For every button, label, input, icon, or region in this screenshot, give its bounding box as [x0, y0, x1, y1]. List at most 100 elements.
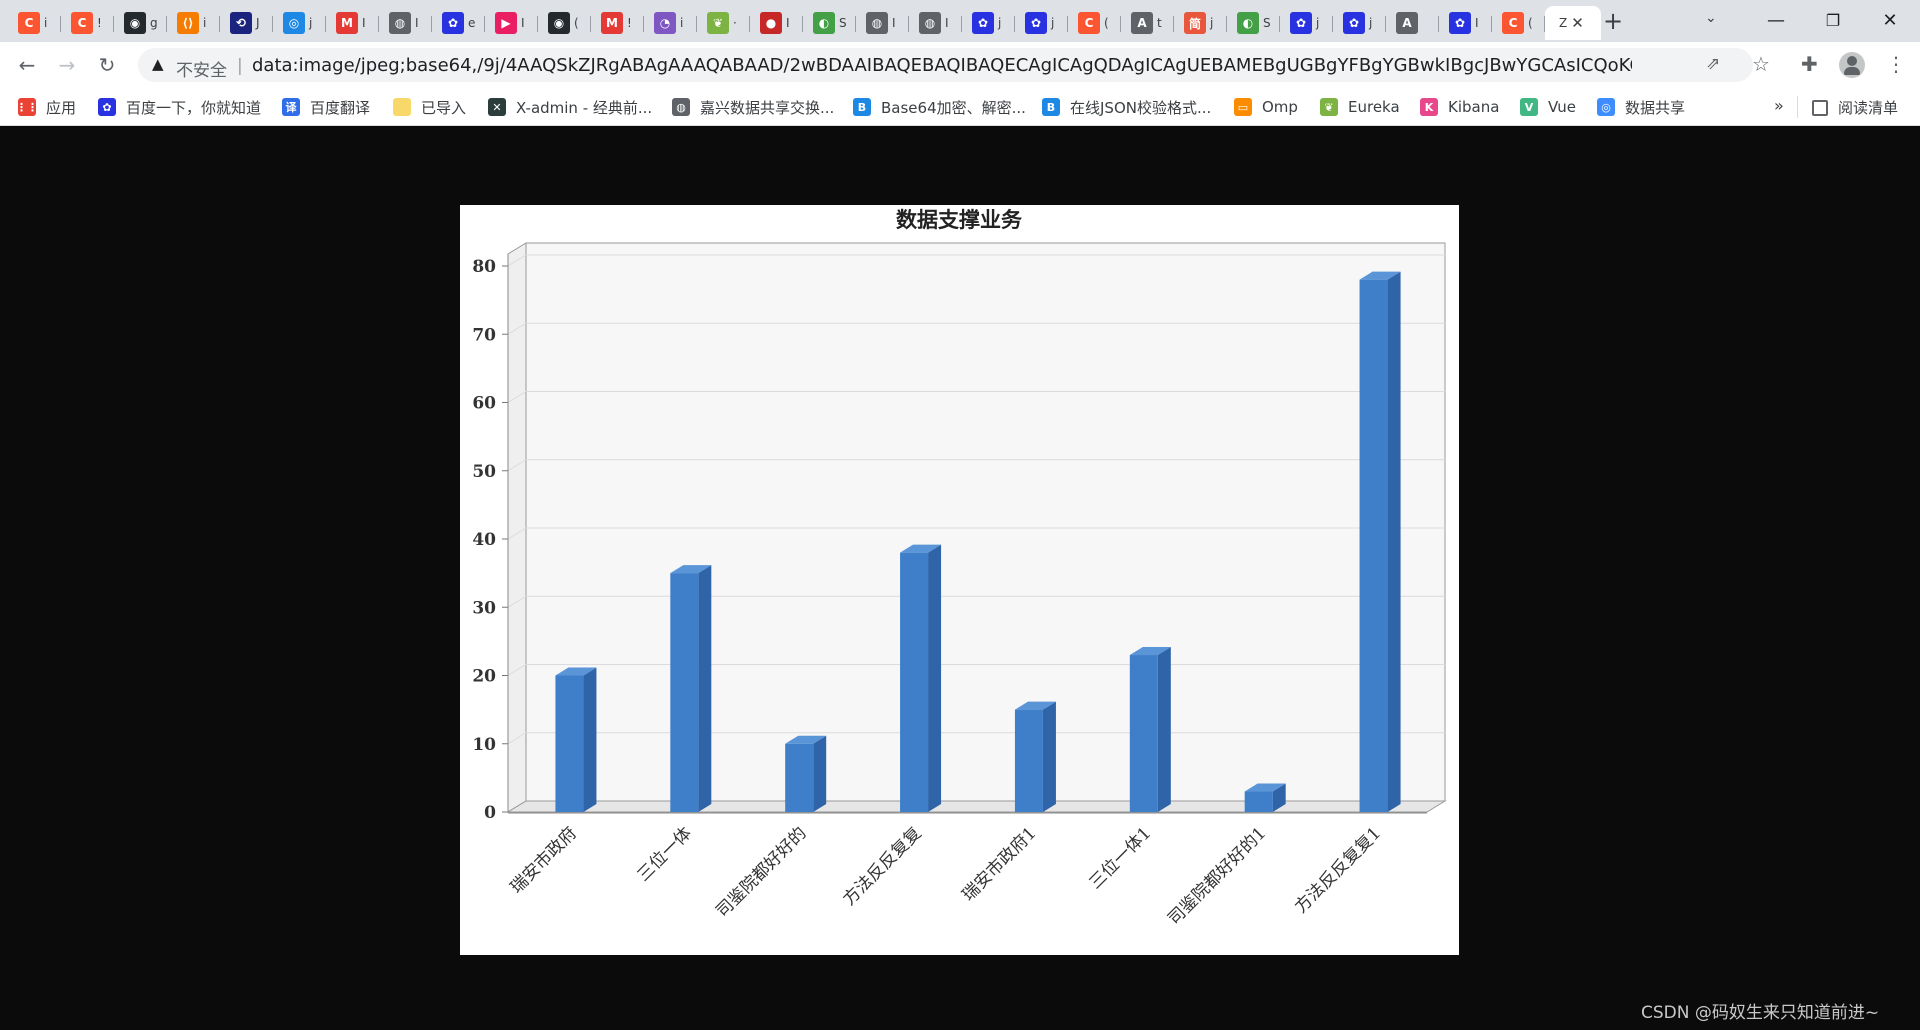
tab-list: Ci C! ◉ g ⟨⟩ i ⟲ J ◎ j M I ◍ I ✿ e ▶ I ◉(M! ◔ i ❦ · ● I ◐ S ◍ I ◍ I ✿ j ✿… — [8, 4, 1601, 42]
tab-title: I — [521, 16, 525, 30]
tab[interactable]: ❦ · — [697, 6, 750, 40]
bookmark-item[interactable]: ⋮⋮ 应用 — [16, 97, 76, 117]
tab[interactable]: ◎ j — [273, 6, 326, 40]
tab[interactable]: ◐ S — [803, 6, 856, 40]
bar-front — [785, 743, 814, 812]
github-icon: ◉ — [124, 12, 146, 34]
code-icon: ⟨⟩ — [177, 12, 199, 34]
tab[interactable]: ▶ I — [485, 6, 538, 40]
divider — [1797, 96, 1798, 118]
share-icon[interactable]: ⇗ — [1706, 54, 1720, 74]
new-tab-button[interactable]: + — [1598, 6, 1628, 36]
bookmark-label: 已导入 — [421, 98, 467, 117]
globe-icon: ◍ — [672, 98, 690, 116]
reading-list-button[interactable]: 阅读清单 — [1812, 97, 1898, 118]
close-window-button[interactable]: ✕ — [1870, 6, 1910, 36]
bookmark-item[interactable]: ✕ X-admin - 经典前... — [488, 97, 652, 117]
tab[interactable]: ◉ g — [114, 6, 167, 40]
bookmark-item[interactable]: B 在线JSON校验格式... — [1042, 97, 1211, 117]
baidu-icon: ✿ — [442, 12, 464, 34]
tab-title: j — [1210, 16, 1214, 30]
tab[interactable]: A — [1386, 6, 1439, 40]
y-tick-label: 80 — [472, 257, 496, 277]
tab[interactable]: ◐ S — [1227, 6, 1280, 40]
csdn-icon: C — [1078, 12, 1100, 34]
close-tab-icon[interactable]: ✕ — [1571, 14, 1584, 32]
tab[interactable]: C! — [61, 6, 114, 40]
bookmark-item[interactable]: ◍ 嘉兴数据共享交换... — [672, 97, 834, 117]
x-tick-label: 司鉴院都好好的 — [712, 823, 810, 921]
bookmark-item[interactable]: 已导入 — [393, 97, 466, 117]
bookmark-item[interactable]: ✿ 百度一下，你就知道 — [98, 97, 261, 117]
tab-strip: Ci C! ◉ g ⟨⟩ i ⟲ J ◎ j M I ◍ I ✿ e ▶ I ◉(M! ◔ i ❦ · ● I ◐ S ◍ I ◍ I ✿ j ✿… — [0, 0, 1920, 42]
bookmark-label: X-admin - 经典前... — [516, 98, 653, 117]
tab[interactable]: ◍ I — [379, 6, 432, 40]
profile-avatar-icon[interactable] — [1839, 52, 1865, 78]
restore-button[interactable]: ❐ — [1813, 6, 1853, 36]
tab[interactable]: C( — [1068, 6, 1121, 40]
bookmark-item[interactable]: ▭ Omp — [1234, 97, 1298, 117]
tab-active[interactable]: Z ✕ — [1545, 6, 1601, 40]
tab[interactable]: C( — [1492, 6, 1545, 40]
address-bar[interactable]: ▲ 不安全 | data:image/jpeg;base64,/9j/4AAQS… — [138, 48, 1753, 82]
tab[interactable]: ✿ j — [962, 6, 1015, 40]
extensions-icon[interactable]: ✚ — [1801, 52, 1818, 76]
baidu-icon: ✿ — [972, 12, 994, 34]
tab[interactable]: Ci — [8, 6, 61, 40]
back-button[interactable]: ← — [12, 50, 42, 80]
tab[interactable]: M! — [591, 6, 644, 40]
bar — [1359, 271, 1401, 812]
bookmark-item[interactable]: B Base64加密、解密... — [853, 97, 1026, 117]
reload-button[interactable]: ↻ — [92, 50, 122, 80]
tab[interactable]: ⟲ J — [220, 6, 273, 40]
globe-blue-icon: ◎ — [283, 12, 305, 34]
tab-title: e — [468, 16, 476, 30]
tab[interactable]: ⟨⟩ i — [167, 6, 220, 40]
tab[interactable]: ✿ e — [432, 6, 485, 40]
baidu-icon: ✿ — [1343, 12, 1365, 34]
bookmark-item[interactable]: ◎ 数据共享 — [1597, 97, 1685, 117]
bookmark-label: 百度翻译 — [310, 98, 371, 117]
bookmark-item[interactable]: ❦ Eureka — [1320, 97, 1400, 117]
chart-title: 数据支撑业务 — [896, 207, 1023, 232]
tab[interactable]: ✿ j — [1280, 6, 1333, 40]
tab[interactable]: At — [1121, 6, 1174, 40]
tab[interactable]: ✿ j — [1333, 6, 1386, 40]
tab-search-icon[interactable]: ⌄ — [1705, 10, 1717, 26]
globe-icon: ◍ — [866, 12, 888, 34]
mail-icon: M — [336, 12, 358, 34]
eureka-icon: ◐ — [813, 12, 835, 34]
bookmark-star-icon[interactable]: ☆ — [1752, 52, 1770, 76]
bookmark-item[interactable]: 译百度翻译 — [282, 97, 370, 117]
tab[interactable]: ✿ I — [1439, 6, 1492, 40]
bookmarks-more-button[interactable]: » — [1774, 96, 1784, 115]
tab-title: i — [203, 16, 207, 30]
minimize-button[interactable]: — — [1756, 6, 1796, 36]
bookmark-item[interactable]: V Vue — [1520, 97, 1576, 117]
forward-button[interactable]: → — [52, 50, 82, 80]
tab[interactable]: ● I — [750, 6, 803, 40]
tab-title: S — [1263, 16, 1271, 30]
tab[interactable]: 简j — [1174, 6, 1227, 40]
bar-front — [900, 552, 929, 812]
bookmarks-bar: ⋮⋮ 应用 ✿ 百度一下，你就知道 译百度翻译 已导入 ✕ X-admin - 经典前... ◍… — [0, 88, 1920, 126]
tab[interactable]: ◍ I — [856, 6, 909, 40]
bookmark-item[interactable]: K Kibana — [1420, 97, 1499, 117]
b-icon: B — [853, 98, 871, 116]
tab[interactable]: MI — [326, 6, 379, 40]
menu-icon[interactable]: ⋮ — [1886, 52, 1906, 76]
insecure-label[interactable]: 不安全 — [176, 56, 227, 81]
bar — [670, 565, 712, 812]
tab[interactable]: ◔ i — [644, 6, 697, 40]
x-tick-label: 瑞安市政府1 — [959, 823, 1041, 905]
warning-icon[interactable]: ▲ — [152, 55, 164, 73]
tab[interactable]: ◉( — [538, 6, 591, 40]
bar — [555, 667, 597, 812]
tab[interactable]: ✿ j — [1015, 6, 1068, 40]
tab-title: j — [1369, 16, 1373, 30]
url-text[interactable]: data:image/jpeg;base64,/9j/4AAQSkZJRgABA… — [252, 55, 1632, 76]
reading-list-label: 阅读清单 — [1838, 99, 1899, 117]
bar-front — [555, 675, 584, 812]
tab[interactable]: ◍ I — [909, 6, 962, 40]
tab-title: I — [1475, 16, 1479, 30]
